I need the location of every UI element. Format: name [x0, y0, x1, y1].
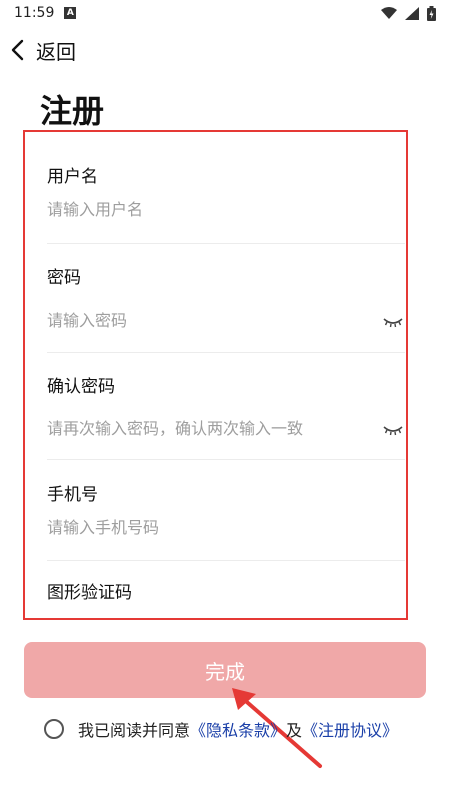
divider [47, 560, 405, 561]
agree-prefix: 我已阅读并同意 [78, 721, 191, 740]
status-time: 11:59 [14, 5, 55, 21]
divider [47, 243, 405, 244]
phone-field: 手机号 [47, 480, 405, 550]
status-bar: 11:59 A [0, 0, 450, 26]
back-button[interactable]: 返回 [8, 32, 76, 68]
confirm-password-label: 确认密码 [47, 377, 115, 397]
username-field: 用户名 [47, 162, 405, 232]
eye-closed-icon[interactable] [383, 316, 403, 328]
form-panel-highlight: 用户名 密码 确认密码 手机号 图形验证码 [23, 130, 408, 620]
phone-label: 手机号 [47, 485, 98, 505]
page-title: 注册 [40, 92, 105, 130]
wifi-icon [381, 6, 397, 19]
battery-icon [427, 5, 436, 21]
notification-icon: A [64, 7, 77, 19]
password-field: 密码 [47, 263, 405, 333]
agree-radio[interactable] [44, 719, 64, 739]
divider [47, 352, 405, 353]
agreement-row: 我已阅读并同意 《隐私条款》 及 《注册协议》 [44, 716, 398, 742]
agree-conjunction: 及 [286, 721, 303, 740]
divider [47, 459, 405, 460]
password-input[interactable] [47, 311, 367, 330]
username-input[interactable] [47, 200, 367, 219]
status-right [381, 5, 436, 21]
status-left: 11:59 A [14, 5, 77, 21]
confirm-password-field: 确认密码 [47, 372, 405, 442]
chevron-left-icon [11, 39, 24, 61]
back-label: 返回 [36, 39, 76, 64]
phone-input[interactable] [47, 518, 367, 537]
register-agreement-link[interactable]: 《注册协议》 [302, 717, 398, 741]
username-label: 用户名 [47, 167, 98, 187]
confirm-password-input[interactable] [47, 419, 367, 438]
signal-icon [405, 6, 419, 20]
privacy-link[interactable]: 《隐私条款》 [190, 717, 286, 741]
captcha-label: 图形验证码 [47, 583, 132, 603]
password-label: 密码 [47, 268, 81, 288]
captcha-field: 图形验证码 [47, 578, 405, 618]
eye-closed-icon[interactable] [383, 424, 403, 436]
